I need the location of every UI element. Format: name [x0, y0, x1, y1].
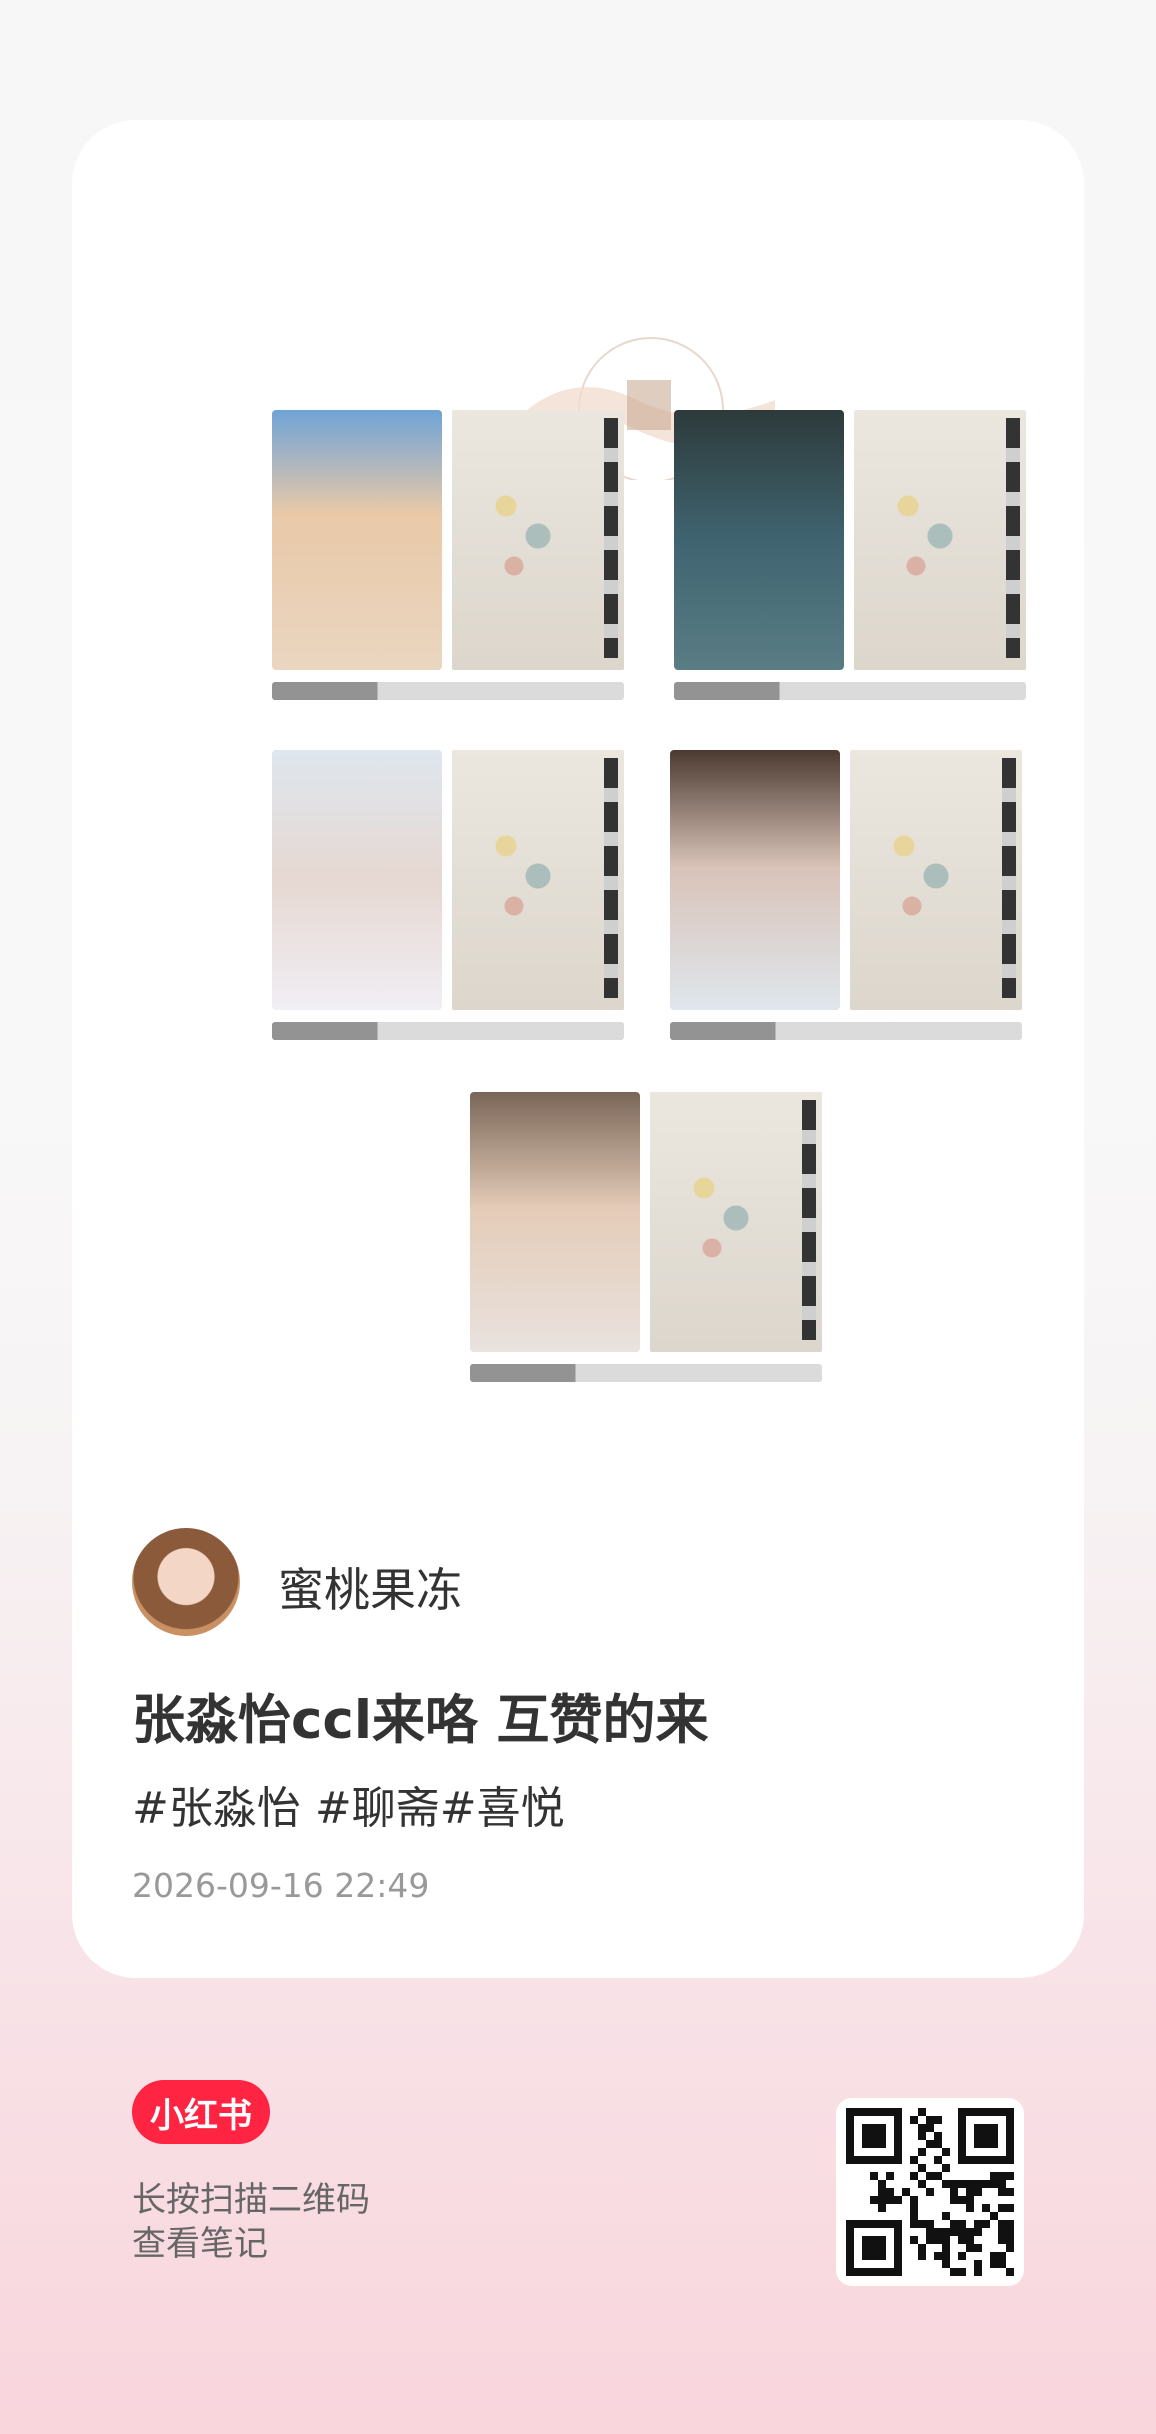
scan-hint: 长按扫描二维码 查看笔记 [132, 2178, 370, 2266]
caption-line [272, 1022, 624, 1040]
note-tags[interactable]: #张淼怡 #聊斋#喜悦 [132, 1772, 565, 1836]
qr-code[interactable] [836, 2098, 1024, 2286]
caption-line [674, 682, 1026, 700]
portrait-photo [272, 410, 442, 670]
collage-item [470, 1092, 830, 1382]
portrait-photo [670, 750, 840, 1010]
collage-item [272, 750, 632, 1040]
note-cover-image[interactable] [262, 310, 1038, 1590]
note-card: 蜜桃果冻 张淼怡ccl来咯 互赞的来 #张淼怡 #聊斋#喜悦 2026-09-1… [72, 120, 1084, 1978]
qr-code-icon [846, 2108, 1014, 2276]
caption-line [272, 682, 624, 700]
xiaohongshu-logo: 小红书 [132, 2080, 270, 2144]
portrait-photo [272, 750, 442, 1010]
booklet-page [452, 750, 624, 1010]
scan-hint-line1: 长按扫描二维码 [132, 2180, 370, 2220]
caption-line [670, 1022, 1022, 1040]
collage-item [670, 750, 1030, 1040]
booklet-page [650, 1092, 822, 1352]
note-timestamp: 2026-09-16 22:49 [132, 1866, 430, 1905]
author-name[interactable]: 蜜桃果冻 [278, 1554, 462, 1620]
booklet-page [850, 750, 1022, 1010]
caption-line [470, 1364, 822, 1382]
booklet-page [854, 410, 1026, 670]
avatar[interactable] [132, 1528, 240, 1636]
scan-hint-line2: 查看笔记 [132, 2224, 268, 2264]
collage-item [674, 410, 1034, 700]
portrait-photo [674, 410, 844, 670]
booklet-page [452, 410, 624, 670]
note-title: 张淼怡ccl来咯 互赞的来 [132, 1690, 709, 1751]
collage-item [272, 410, 632, 700]
portrait-photo [470, 1092, 640, 1352]
